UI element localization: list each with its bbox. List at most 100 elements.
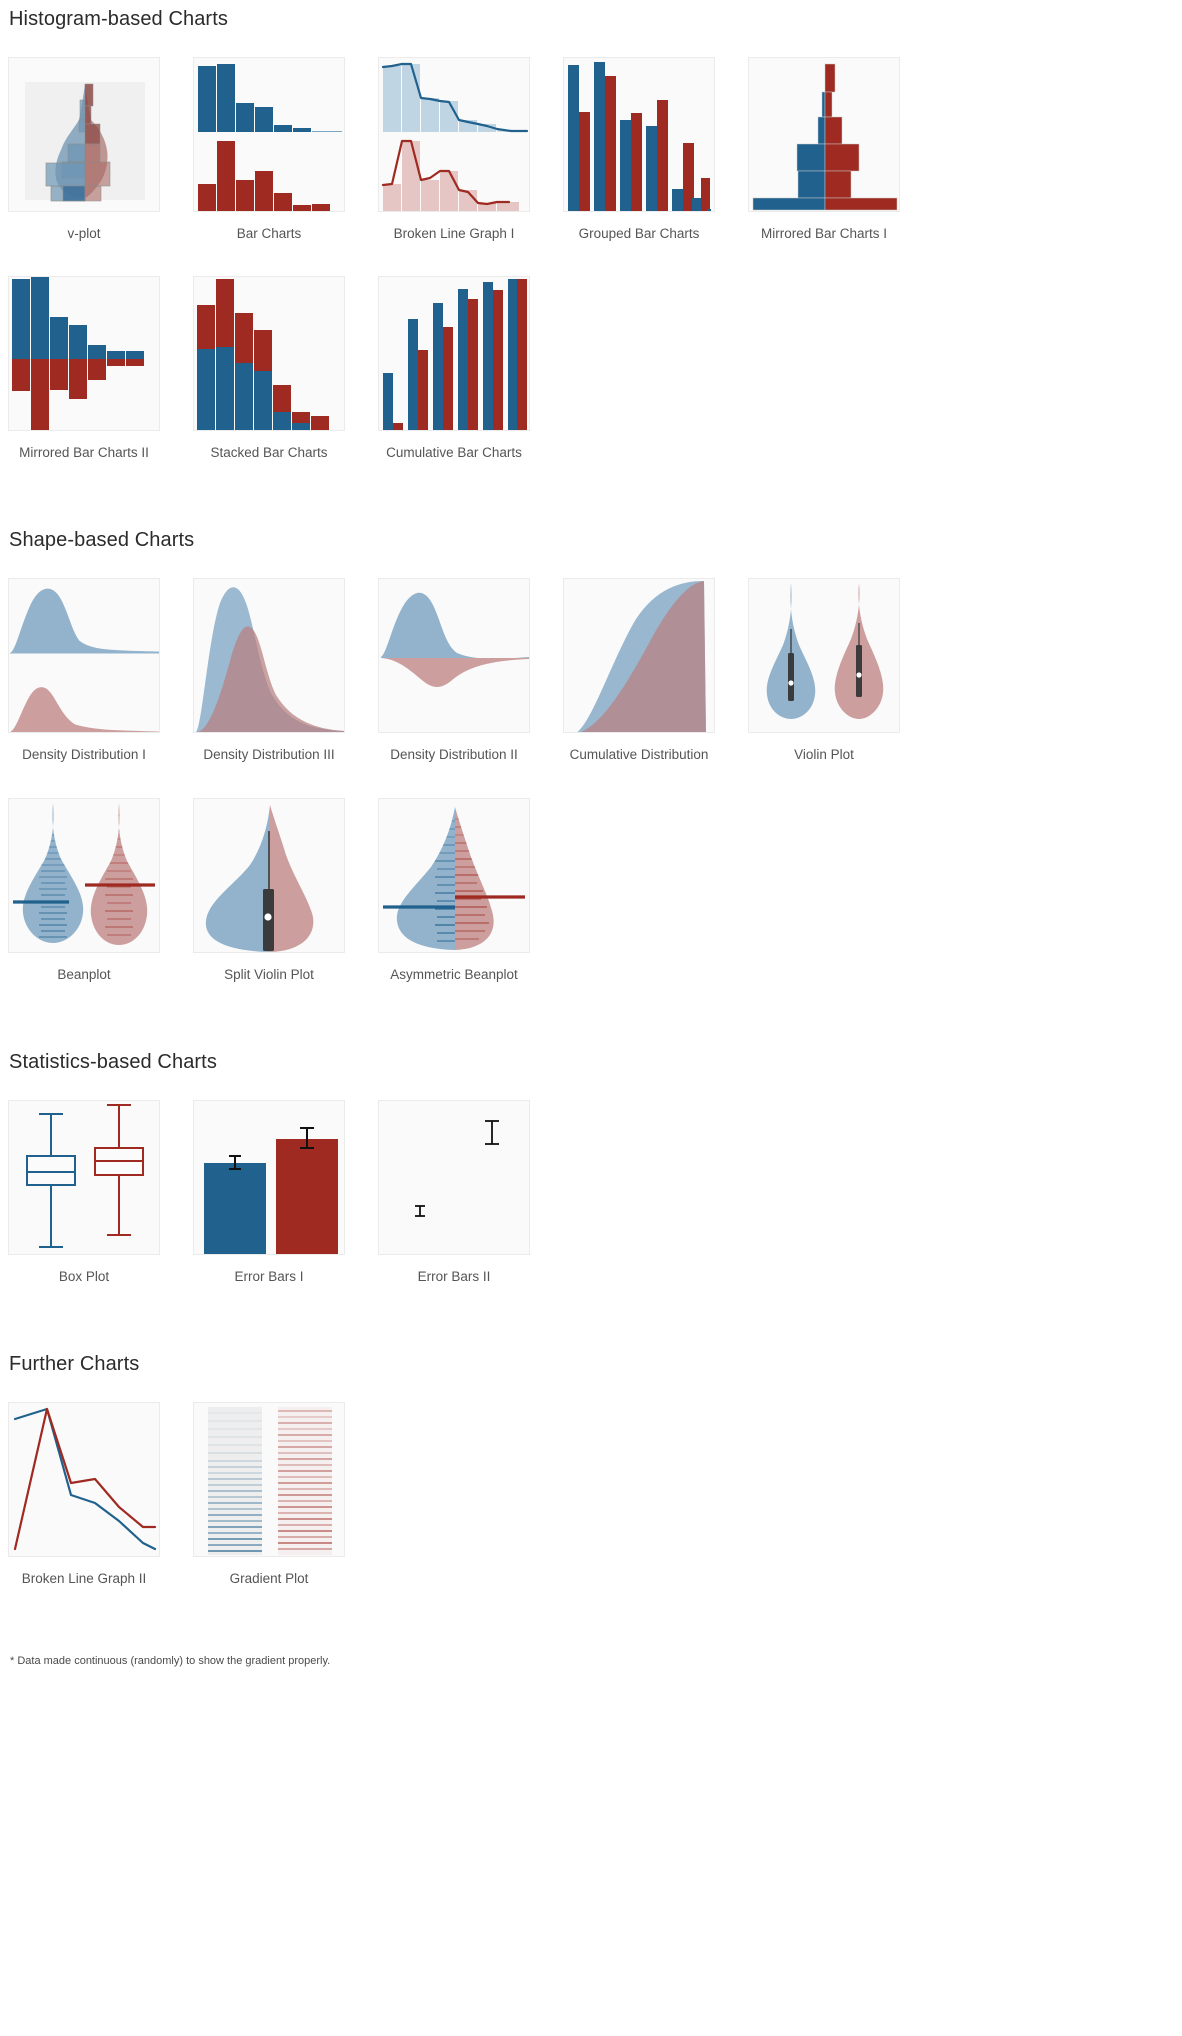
chart-caption-violin-plot: Violin Plot [794,747,854,763]
chart-cell-cumulative-bar-charts[interactable]: Cumulative Bar Charts [378,276,563,461]
section-title-statistics-based: Statistics-based Charts [9,1050,217,1073]
chart-card-beanplot[interactable] [8,797,160,953]
chart-caption-v-plot: v-plot [67,226,101,241]
chart-cell-split-violin-plot[interactable]: Split Violin Plot [193,797,378,983]
chart-cell-bar-charts[interactable]: Bar Charts [193,57,378,242]
chart-caption-box-plot: Box Plot [58,1268,110,1284]
chart-gallery-page: Histogram-based Charts v-plot Bar Charts… [0,0,1182,1687]
chart-card-box-plot[interactable] [8,1099,160,1255]
chart-cell-gradient-plot[interactable]: Gradient Plot [193,1401,378,1587]
grouped-bar-charts-figure [568,62,711,211]
chart-cell-density-distribution-ii[interactable]: Density Distribution II [378,578,563,763]
chart-caption-asymmetric-beanplot: Asymmetric Beanplot [390,966,518,982]
chart-cell-error-bars-ii[interactable]: Error Bars II [378,1099,563,1285]
mirrored-bar-charts-i-figure [752,63,898,211]
chart-caption-cumulative-distribution: Cumulative Distribution [569,747,709,763]
gradient-plot-figure [208,1406,332,1555]
chart-caption-mirrored-bar-charts-ii: Mirrored Bar Charts II [19,445,149,461]
chart-cell-cumulative-distribution[interactable]: Cumulative Distribution [563,578,748,763]
chart-caption-grouped-bar-charts: Grouped Bar Charts [578,226,700,241]
chart-card-mirrored-bar-charts-ii[interactable] [8,276,160,432]
chart-caption-density-distribution-iii: Density Distribution III [203,747,335,763]
broken-line-graph-ii-figure [13,1407,157,1551]
blg1-red-panel [381,139,519,211]
section-statistics-based: Statistics-based Charts Box Plot Error B… [8,1051,1174,1319]
bar-charts-blue-panel [198,64,342,132]
density-distribution-i-figure [9,589,159,733]
violin-blue [766,583,816,720]
section-title-further: Further Charts [9,1352,140,1375]
chart-card-density-distribution-i[interactable] [8,578,160,734]
cumulative-bar-charts-figure [383,279,527,431]
chart-card-density-distribution-ii[interactable] [378,578,530,734]
section-further: Further Charts Broken Line Graph II Grad… [8,1353,1174,1621]
chart-card-split-violin-plot[interactable] [193,797,345,953]
chart-grid-shape-based: Density Distribution I Density Distribut… [8,578,1174,1016]
mbc2-blue-up [12,277,144,360]
density-distribution-ii-figure [381,593,529,688]
chart-cell-density-distribution-i[interactable]: Density Distribution I [8,578,193,763]
violin-red [834,583,884,720]
chart-card-bar-charts[interactable] [193,57,345,212]
chart-card-error-bars-i[interactable] [193,1099,345,1255]
chart-cell-density-distribution-iii[interactable]: Density Distribution III [193,578,378,763]
chart-caption-density-distribution-ii: Density Distribution II [390,747,518,763]
chart-caption-mirrored-bar-charts-i: Mirrored Bar Charts I [760,226,888,241]
chart-cell-beanplot[interactable]: Beanplot [8,797,193,983]
chart-cell-mirrored-bar-charts-i[interactable]: Mirrored Bar Charts I [748,57,933,242]
chart-caption-error-bars-ii: Error Bars II [417,1268,491,1284]
chart-cell-grouped-bar-charts[interactable]: Grouped Bar Charts [563,57,748,242]
chart-cell-stacked-bar-charts[interactable]: Stacked Bar Charts [193,276,378,461]
chart-card-broken-line-graph-i[interactable] [378,57,530,212]
chart-card-violin-plot[interactable] [748,578,900,734]
bar-charts-figure [198,64,342,211]
chart-card-stacked-bar-charts[interactable] [193,276,345,432]
chart-cell-box-plot[interactable]: Box Plot [8,1099,193,1285]
chart-caption-broken-line-graph-i: Broken Line Graph I [393,226,515,241]
error-bars-i-figure [204,1126,338,1254]
chart-card-v-plot[interactable] [8,57,160,212]
error-bars-ii-figure [415,1119,499,1217]
chart-cell-violin-plot[interactable]: Violin Plot [748,578,933,763]
chart-grid-statistics-based: Box Plot Error Bars I Error Bars II [8,1099,1174,1319]
violin-plot-figure [766,583,884,720]
chart-caption-split-violin-plot: Split Violin Plot [224,966,314,982]
chart-grid-histogram-based: v-plot Bar Charts Broken Line Graph I Gr… [8,57,1174,495]
stacked-bar-charts-figure [197,279,329,431]
chart-card-mirrored-bar-charts-i[interactable] [748,57,900,212]
chart-cell-v-plot[interactable]: v-plot [8,57,193,242]
broken-line-graph-i-figure [381,62,529,211]
box-plot-figure [26,1103,144,1248]
chart-cell-broken-line-graph-ii[interactable]: Broken Line Graph II [8,1401,193,1587]
blg1-blue-panel [381,62,529,133]
chart-card-gradient-plot[interactable] [193,1401,345,1557]
chart-caption-gradient-plot: Gradient Plot [229,1570,309,1586]
chart-caption-broken-line-graph-ii: Broken Line Graph II [21,1570,147,1586]
chart-caption-beanplot: Beanplot [57,966,111,982]
chart-cell-mirrored-bar-charts-ii[interactable]: Mirrored Bar Charts II [8,276,193,461]
chart-card-broken-line-graph-ii[interactable] [8,1401,160,1557]
boxplot-red [94,1103,144,1236]
chart-caption-cumulative-bar-charts: Cumulative Bar Charts [386,445,522,461]
v-plot-figure [25,82,145,202]
boxplot-blue [26,1112,76,1248]
beanplot-figure [13,802,155,945]
chart-card-error-bars-ii[interactable] [378,1099,530,1255]
error-bars-ii-markers [415,1119,499,1217]
mbc1-rows [752,63,898,211]
chart-cell-broken-line-graph-i[interactable]: Broken Line Graph I [378,57,563,242]
chart-caption-stacked-bar-charts: Stacked Bar Charts [210,445,328,461]
chart-cell-error-bars-i[interactable]: Error Bars I [193,1099,378,1285]
chart-cell-asymmetric-beanplot[interactable]: Asymmetric Beanplot [378,797,563,983]
bar-charts-red-panel [198,141,330,211]
split-violin-plot-figure [205,804,314,952]
section-title-histogram-based: Histogram-based Charts [9,8,228,30]
chart-caption-error-bars-i: Error Bars I [234,1268,304,1284]
chart-caption-density-distribution-i: Density Distribution I [22,747,146,763]
chart-card-cumulative-bar-charts[interactable] [378,276,530,432]
section-title-shape-based: Shape-based Charts [9,529,195,552]
chart-card-grouped-bar-charts[interactable] [563,57,715,212]
chart-card-density-distribution-iii[interactable] [193,578,345,734]
chart-card-asymmetric-beanplot[interactable] [378,797,530,953]
chart-card-cumulative-distribution[interactable] [563,578,715,734]
